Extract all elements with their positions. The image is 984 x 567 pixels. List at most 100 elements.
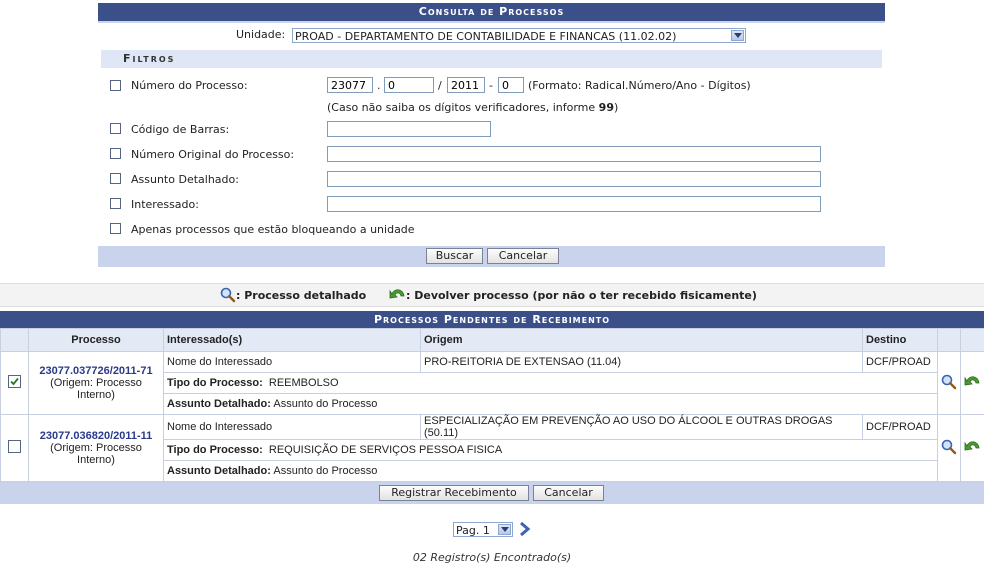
digits-hint-suffix: ) [613,101,619,114]
process-type-cell: Tipo do Processo: REEMBOLSO [163,372,938,394]
chevron-right-icon[interactable] [519,521,531,537]
blocking-checkbox[interactable] [110,223,121,234]
format-hint: (Formato: Radical.Número/Ano - Dígitos) [528,79,751,92]
dot-separator: . [377,79,381,92]
pending-processes-panel: Processos Pendentes de Recebimento Proce… [0,311,984,504]
subject-checkbox[interactable] [110,173,121,184]
interested-label: Interessado: [131,198,199,211]
subject-label: Assunto Detalhado: [131,173,239,186]
process-type-label: Tipo do Processo: [167,444,263,456]
process-subject-label: Assunto Detalhado: [167,398,271,410]
search-form: Consulta de Processos Unidade: PROAD - D… [98,3,885,267]
pending-processes-title: Processos Pendentes de Recebimento [0,311,984,328]
undo-arrow-icon[interactable] [963,439,983,455]
legend-detail-text: : Processo detalhado [236,289,367,302]
interested-cell: Nome do Interessado [163,414,421,440]
table-row: 23077.036820/2011-11 (Origem: Processo I… [0,414,984,482]
search-button[interactable]: Buscar [426,248,483,264]
original-number-input[interactable] [327,146,821,162]
pagination: Pag. 1 [453,521,531,537]
filter-process-number-row: Número do Processo: . / - (Formato: Radi… [98,75,885,95]
results-button-bar: Registrar Recebimento Cancelar [0,482,984,504]
return-header [960,328,984,352]
process-subject-cell: Assunto Detalhado: Assunto do Processo [163,460,938,482]
process-link[interactable]: 23077.037726/2011-71 [39,365,152,377]
process-cell: 23077.037726/2011-71 (Origem: Processo I… [28,351,164,415]
search-button-bar: Buscar Cancelar [98,246,885,267]
filter-interested-row: Interessado: [98,194,885,214]
origin-header: Origem [420,328,863,352]
filter-blocking-row: Apenas processos que estão bloqueando a … [98,219,885,239]
interested-cell: Nome do Interessado [163,351,421,373]
process-number-input[interactable] [384,77,434,93]
blocking-label: Apenas processos que estão bloqueando a … [131,223,415,236]
undo-arrow-icon[interactable] [963,374,983,390]
filter-barcode-row: Código de Barras: [98,119,885,139]
register-receipt-button[interactable]: Registrar Recebimento [379,485,529,501]
magnifier-icon[interactable] [940,439,958,455]
row-select-checkbox[interactable] [8,375,21,388]
filters-title: Filtros [101,50,882,68]
detail-cell [937,414,961,482]
detail-header [937,328,961,352]
interested-header: Interessado(s) [163,328,421,352]
process-number-label: Número do Processo: [131,79,248,92]
table-header-row: Processo Interessado(s) Origem Destino [0,328,984,352]
records-found: 02 Registro(s) Encontrado(s) [412,551,572,564]
interested-input[interactable] [327,196,821,212]
process-type-value: REEMBOLSO [268,377,339,389]
icon-legend: : Processo detalhado : Devolver processo… [0,283,984,307]
process-type-cell: Tipo do Processo: REQUISIÇÃO DE SERVIÇOS… [163,439,938,461]
process-cell: 23077.036820/2011-11 (Origem: Processo I… [28,414,164,482]
unit-select-value: PROAD - DEPARTAMENTO DE CONTABILIDADE E … [295,30,677,43]
process-link[interactable]: 23077.036820/2011-11 [40,430,153,442]
undo-arrow-icon [389,289,405,299]
interested-checkbox[interactable] [110,198,121,209]
search-form-title: Consulta de Processos [98,3,885,23]
row-select-cell [0,414,29,482]
table-row: 23077.037726/2011-71 (Origem: Processo I… [0,351,984,415]
barcode-checkbox[interactable] [110,123,121,134]
process-type-value: REQUISIÇÃO DE SERVIÇOS PESSOA FISICA [268,444,503,456]
slash-separator: / [438,79,442,92]
digits-hint: (Caso não saiba os dígitos verificadores… [327,101,618,114]
dash-separator: - [489,79,493,92]
digits-hint-prefix: (Caso não saiba os dígitos verificadores… [327,101,599,114]
filter-original-number-row: Número Original do Processo: [98,144,885,164]
checkbox-header [0,328,29,352]
chevron-down-icon[interactable] [731,30,744,41]
destination-cell: DCF/PROAD [862,414,938,440]
magnifier-icon[interactable] [940,374,958,390]
row-select-cell [0,351,29,415]
process-origin-note: (Origem: Processo Interno) [50,442,142,466]
process-radical-input[interactable] [327,77,373,93]
results-cancel-button[interactable]: Cancelar [533,485,604,501]
process-subject-label: Assunto Detalhado: [167,465,271,477]
digits-hint-value: 99 [598,101,614,114]
barcode-label: Código de Barras: [131,123,230,136]
process-subject-cell: Assunto Detalhado: Assunto do Processo [163,393,938,415]
return-cell [960,414,984,482]
magnifier-icon [220,287,236,303]
original-number-checkbox[interactable] [110,148,121,159]
page-select[interactable]: Pag. 1 [453,521,513,537]
row-select-checkbox[interactable] [8,440,21,453]
process-type-label: Tipo do Processo: [167,377,263,389]
unit-row: Unidade: PROAD - DEPARTAMENTO DE CONTABI… [98,23,885,47]
chevron-down-icon[interactable] [498,523,511,535]
process-number-checkbox[interactable] [110,80,121,91]
origin-cell: PRO-REITORIA DE EXTENSAO (11.04) [420,351,863,373]
process-header: Processo [28,328,164,352]
unit-label: Unidade: [236,28,286,41]
subject-input[interactable] [327,171,821,187]
barcode-input[interactable] [327,121,491,137]
process-digits-input[interactable] [498,77,524,93]
legend-return-text: : Devolver processo (por não o ter receb… [406,289,757,302]
destination-header: Destino [862,328,938,352]
unit-select[interactable]: PROAD - DEPARTAMENTO DE CONTABILIDADE E … [292,28,746,43]
process-year-input[interactable] [447,77,485,93]
search-cancel-button[interactable]: Cancelar [487,248,559,264]
filter-subject-row: Assunto Detalhado: [98,169,885,189]
detail-cell [937,351,961,415]
pending-processes-table: Processo Interessado(s) Origem Destino 2… [0,328,984,482]
